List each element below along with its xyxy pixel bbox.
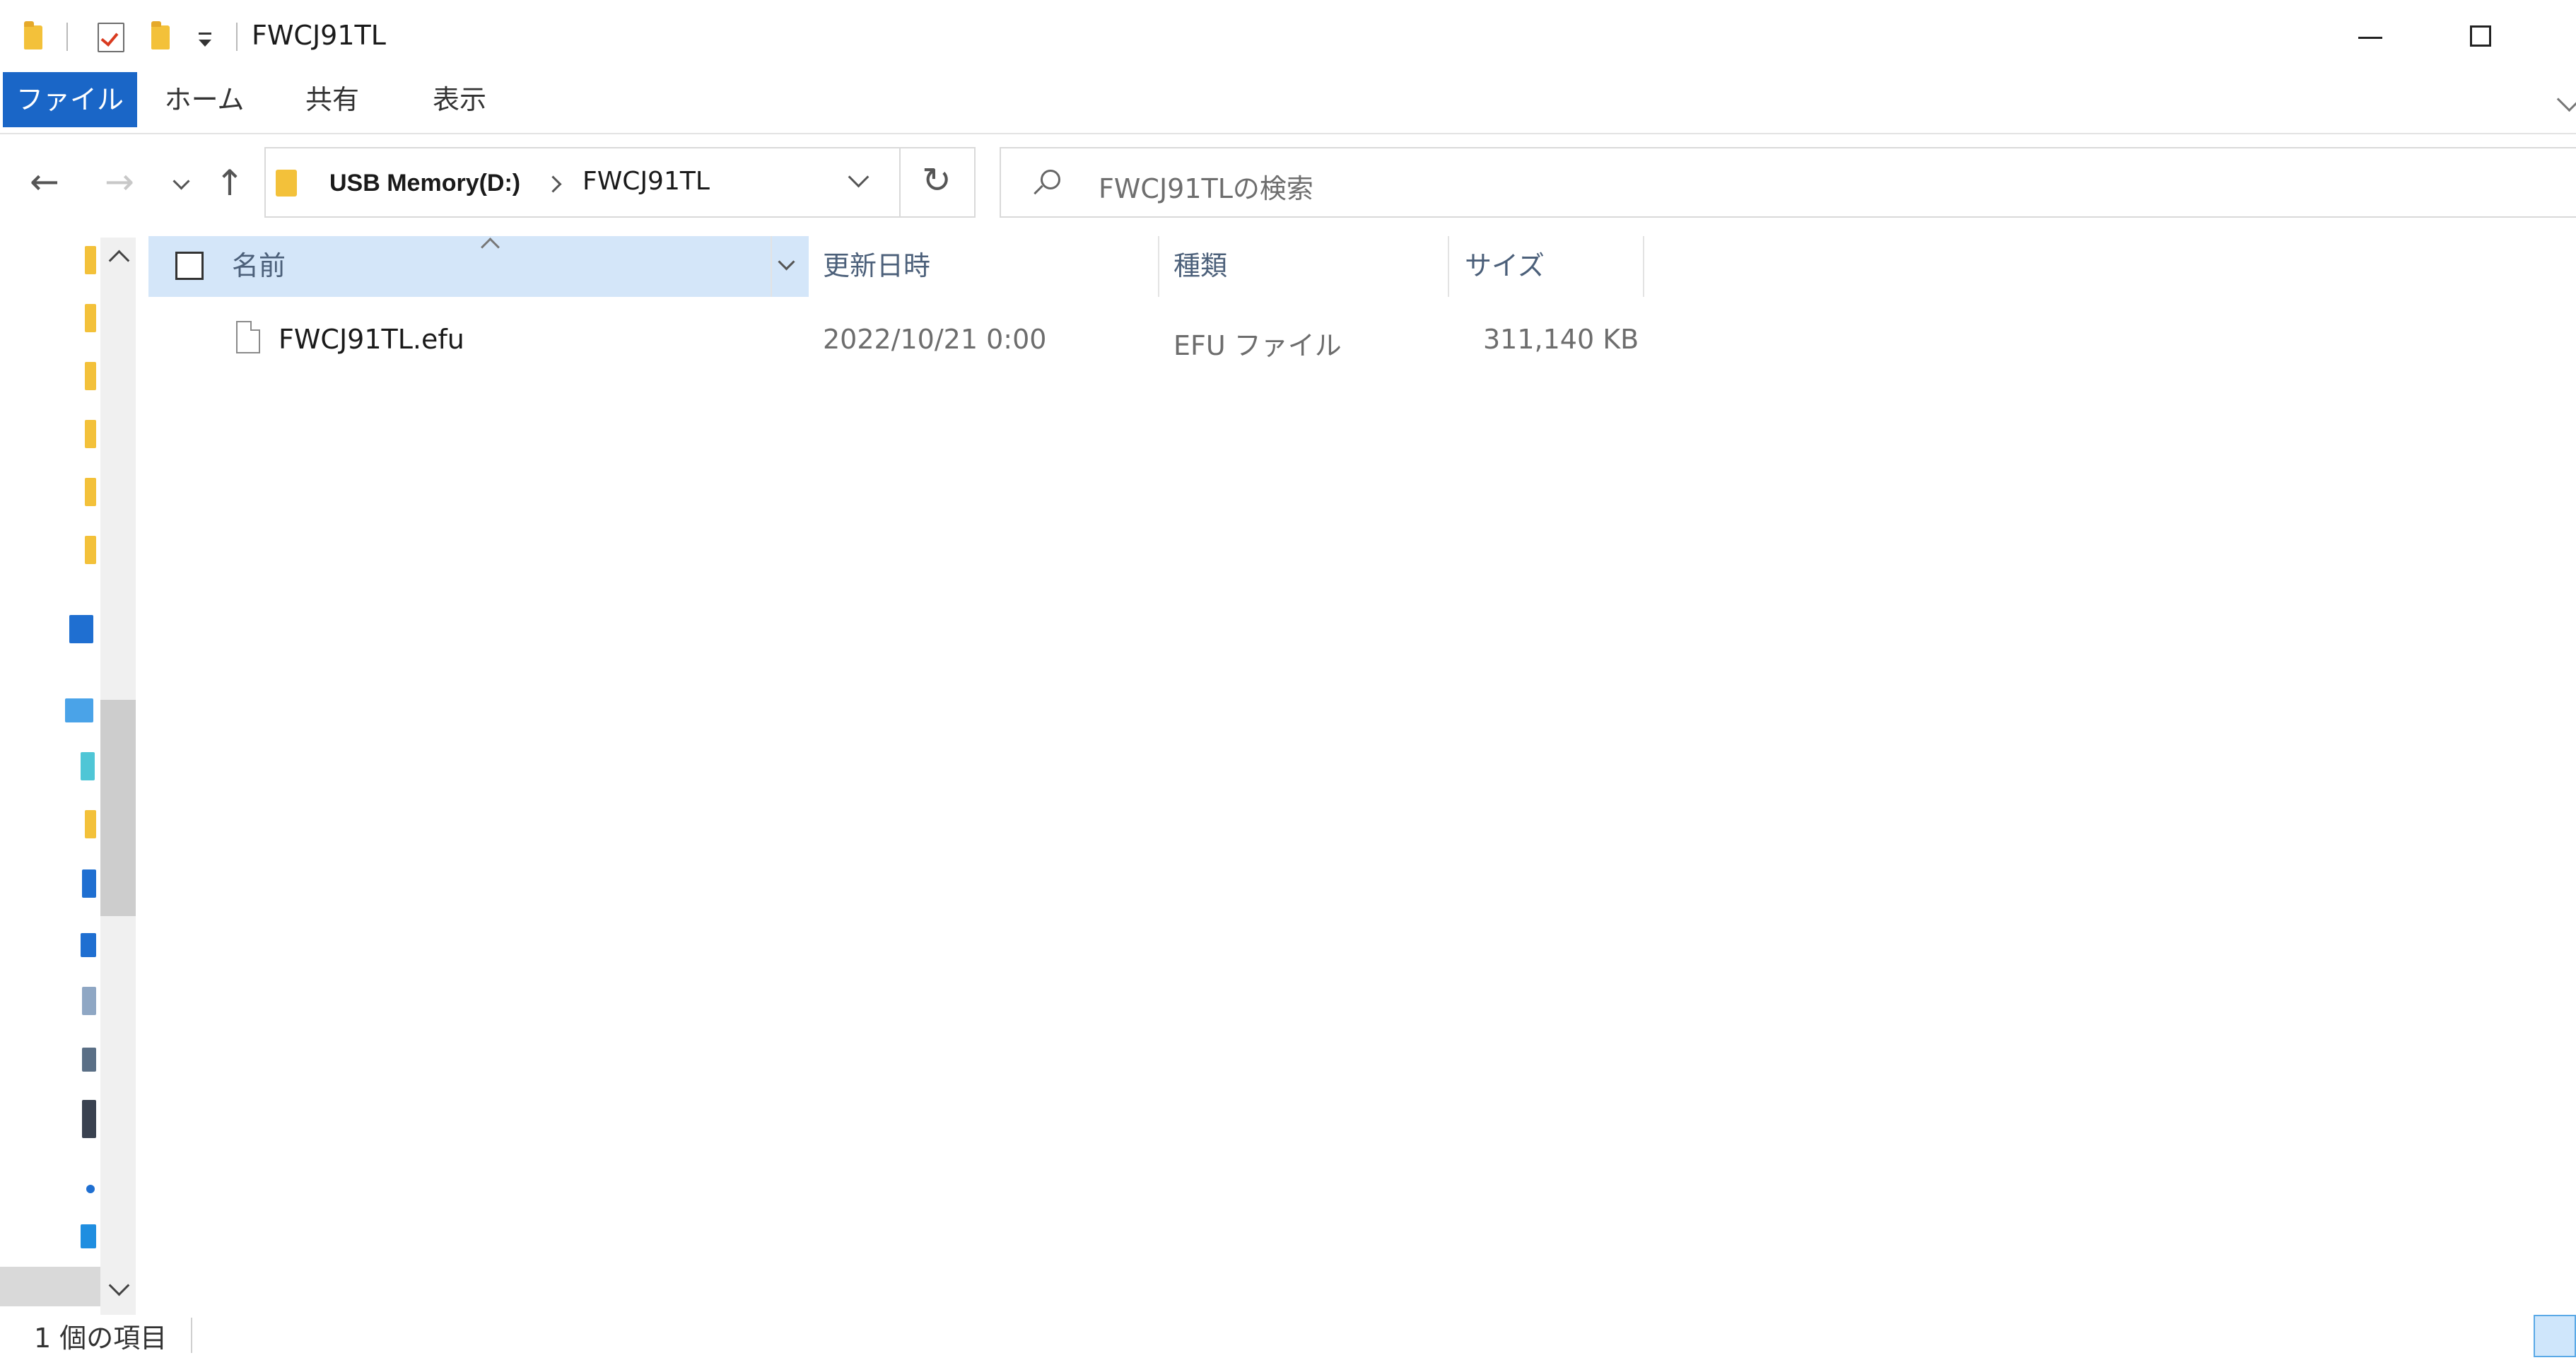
folder-icon [24,21,42,49]
file-type: EFU ファイル [1173,330,1342,361]
nav-folder-icon[interactable] [85,420,96,448]
item-count: 1 個の項目 [34,1323,168,1354]
recent-locations-chevron-icon[interactable] [172,172,190,190]
column-header-size[interactable]: サイズ [1465,233,1545,298]
file-name: FWCJ91TL.efu [279,324,464,355]
column-divider[interactable] [1158,236,1159,297]
breadcrumb-fwcj91tl[interactable]: FWCJ91TL [582,167,710,196]
nav-desktop-icon[interactable] [81,933,96,957]
tab-file[interactable]: ファイル [3,72,137,127]
refresh-button[interactable]: ↻ [899,147,976,218]
column-header-name[interactable]: 名前 [232,233,286,298]
qat-separator [66,23,68,51]
search-input[interactable]: FWCJ91TLの検索 [1099,167,1313,206]
nav-pictures-icon[interactable] [82,1048,96,1072]
title-bar: FWCJ91TL [0,0,2576,72]
details-view-button[interactable] [2534,1315,2576,1357]
folder-icon [276,170,297,197]
column-header-type[interactable]: 種類 [1173,233,1227,298]
properties-check-icon[interactable] [98,23,124,52]
tab-view[interactable]: 表示 [410,72,509,127]
window-title: FWCJ91TL [252,20,386,51]
forward-arrow-icon[interactable]: → [105,164,134,199]
nav-selected-item[interactable] [0,1267,100,1306]
file-size: 311,140 KB [1483,324,1639,355]
nav-pc-icon[interactable] [65,698,93,722]
column-divider[interactable] [1643,236,1644,297]
tab-home[interactable]: ホーム [151,72,257,127]
column-divider[interactable] [771,236,772,297]
nav-folder-icon[interactable] [85,478,96,506]
breadcrumb-usb-memory[interactable]: USB Memory(D:) [329,170,520,197]
nav-music-icon[interactable] [86,1185,95,1193]
nav-scrollbar-thumb[interactable] [100,700,136,916]
qat-separator [236,23,238,51]
tab-share[interactable]: 共有 [283,72,382,127]
address-bar[interactable]: USB Memory(D:) FWCJ91TL [264,147,976,218]
up-arrow-icon[interactable]: ↑ [215,165,245,201]
select-all-checkbox[interactable] [175,252,204,280]
nav-folder-icon[interactable] [85,304,96,332]
expand-ribbon-chevron-icon[interactable] [2556,86,2576,112]
search-icon [1041,170,1060,189]
table-row[interactable]: FWCJ91TL.efu 2022/10/21 0:00 EFU ファイル 31… [148,314,1647,370]
nav-folder-icon[interactable] [85,810,96,838]
status-bar: 1 個の項目 [0,1315,2576,1365]
status-separator [191,1318,192,1353]
nav-documents-icon[interactable] [82,987,96,1015]
column-divider[interactable] [1448,236,1449,297]
nav-3d-objects-icon[interactable] [81,752,95,780]
nav-downloads-icon[interactable] [82,869,96,898]
nav-folder-icon[interactable] [85,362,96,390]
column-header-modified[interactable]: 更新日時 [823,233,930,298]
search-box[interactable]: FWCJ91TLの検索 [1000,147,2576,218]
nav-folder-icon[interactable] [85,246,96,274]
new-folder-icon[interactable] [151,21,170,49]
nav-folder-icon[interactable] [85,536,96,564]
address-dropdown-chevron-icon[interactable] [848,166,870,188]
minimize-button[interactable] [2358,37,2382,39]
nav-videos-icon[interactable] [82,1100,96,1138]
file-icon [236,321,260,353]
breadcrumb-separator-icon[interactable] [544,175,562,193]
nav-building-icon[interactable] [69,615,93,643]
ribbon-tabs: ファイル ホーム 共有 表示 [0,72,2576,134]
back-arrow-icon[interactable]: ← [30,164,59,199]
customize-qat-dropdown-icon[interactable] [199,33,211,47]
nav-os-drive-icon[interactable] [81,1224,96,1248]
refresh-icon: ↻ [922,160,952,201]
maximize-button[interactable] [2470,25,2491,47]
file-modified: 2022/10/21 0:00 [823,324,1047,355]
